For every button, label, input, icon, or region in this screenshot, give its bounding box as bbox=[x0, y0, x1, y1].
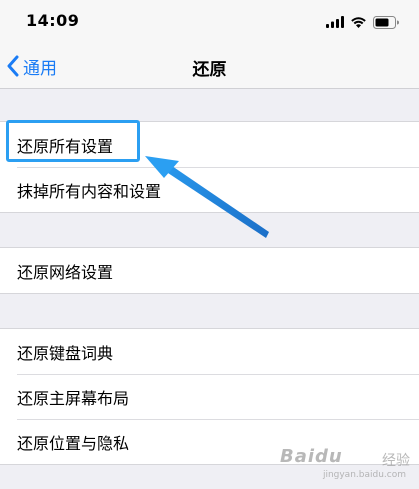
list-item-erase-all-content[interactable]: 抹掉所有内容和设置 bbox=[0, 167, 419, 212]
watermark-url: jingyan.baidu.com bbox=[322, 470, 406, 480]
list-item-label: 还原位置与隐私 bbox=[17, 433, 130, 453]
cellular-signal-icon bbox=[326, 16, 344, 28]
settings-group-other: 还原键盘词典 还原主屏幕布局 还原位置与隐私 bbox=[0, 328, 419, 465]
list-item-reset-home-layout[interactable]: 还原主屏幕布局 bbox=[0, 374, 419, 419]
navigation-bar: 通用 还原 bbox=[0, 44, 419, 89]
list-item-reset-keyboard[interactable]: 还原键盘词典 bbox=[0, 329, 419, 374]
battery-icon bbox=[373, 15, 399, 29]
list-item-label: 抹掉所有内容和设置 bbox=[17, 181, 162, 201]
settings-group-network: 还原网络设置 bbox=[0, 247, 419, 294]
list-item-label: 还原键盘词典 bbox=[17, 343, 114, 363]
list-item-label: 还原网络设置 bbox=[17, 262, 114, 282]
status-icons bbox=[326, 14, 399, 30]
status-time: 14:09 bbox=[26, 11, 80, 30]
list-item-reset-network[interactable]: 还原网络设置 bbox=[0, 248, 419, 293]
status-bar: 14:09 bbox=[0, 0, 419, 44]
page-title: 还原 bbox=[192, 60, 227, 80]
list-item-reset-location-privacy[interactable]: 还原位置与隐私 bbox=[0, 419, 419, 464]
list-item-label: 还原所有设置 bbox=[17, 136, 114, 156]
settings-group-reset: 还原所有设置 抹掉所有内容和设置 bbox=[0, 121, 419, 213]
list-item-label: 还原主屏幕布局 bbox=[17, 388, 130, 408]
list-item-reset-all-settings[interactable]: 还原所有设置 bbox=[0, 122, 419, 167]
wifi-icon bbox=[351, 17, 366, 28]
